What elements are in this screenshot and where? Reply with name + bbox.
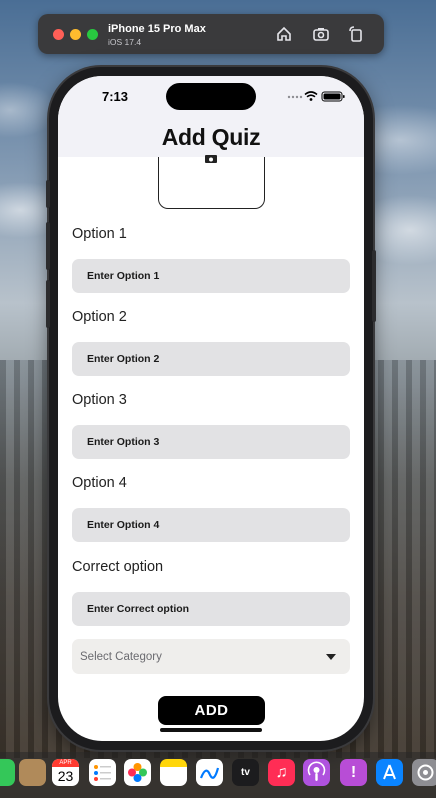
option-3-label: Option 3: [72, 392, 127, 408]
simulator-toolbar: iPhone 15 Pro Max iOS 17.4: [38, 14, 384, 54]
settings-app-icon[interactable]: [412, 759, 436, 786]
option-4-label: Option 4: [72, 475, 127, 491]
cellular-icon: [287, 95, 303, 99]
category-placeholder: Select Category: [80, 650, 162, 663]
caret-down-icon: [326, 653, 336, 660]
correct-option-label: Correct option: [72, 559, 164, 575]
zoom-window-button[interactable]: [87, 29, 98, 40]
option-2-placeholder: Enter Option 2: [87, 353, 160, 365]
home-indicator[interactable]: [160, 728, 262, 732]
option-1-label: Option 1: [72, 226, 127, 242]
calendar-day: 23: [57, 768, 74, 784]
option-3-placeholder: Enter Option 3: [87, 436, 160, 448]
option-3-input[interactable]: Enter Option 3: [72, 425, 350, 459]
correct-option-input[interactable]: Enter Correct option: [72, 592, 350, 626]
freeform-app-icon[interactable]: [196, 759, 223, 786]
home-icon[interactable]: [274, 24, 294, 44]
option-1-placeholder: Enter Option 1: [87, 270, 160, 282]
action-button: [46, 180, 50, 208]
nav-header: 7:13 Add Quiz: [58, 76, 364, 157]
feedback-app-icon[interactable]: !: [340, 759, 367, 786]
app-store-icon[interactable]: [376, 759, 403, 786]
option-2-input[interactable]: Enter Option 2: [72, 342, 350, 376]
device-name: iPhone 15 Pro Max: [108, 23, 206, 35]
os-version: iOS 17.4: [108, 37, 142, 47]
image-picker[interactable]: [158, 155, 265, 209]
close-window-button[interactable]: [53, 29, 64, 40]
battery-icon: [321, 91, 345, 102]
podcasts-app-icon[interactable]: [303, 759, 330, 786]
photos-app-icon[interactable]: [124, 759, 151, 786]
app-screen: 7:13 Add Quiz Option 1 Enter Option 1 Op…: [58, 76, 364, 741]
tv-app-label: tv: [241, 767, 250, 778]
add-button[interactable]: ADD: [158, 696, 265, 725]
option-1-input[interactable]: Enter Option 1: [72, 259, 350, 293]
rotate-icon[interactable]: [346, 24, 366, 44]
volume-up-button: [46, 222, 50, 270]
page-title: Add Quiz: [161, 124, 261, 150]
status-icons: [287, 91, 345, 102]
option-2-label: Option 2: [72, 309, 127, 325]
calendar-app-icon[interactable]: APR 23: [52, 759, 79, 786]
reminders-app-icon[interactable]: [89, 759, 116, 786]
status-time: 7:13: [102, 89, 129, 104]
notes-app-icon[interactable]: [160, 759, 187, 786]
messages-app-icon[interactable]: [0, 759, 15, 786]
option-4-input[interactable]: Enter Option 4: [72, 508, 350, 542]
minimize-window-button[interactable]: [70, 29, 81, 40]
dynamic-island: [166, 83, 256, 110]
calendar-month: APR: [52, 759, 79, 767]
contacts-app-icon[interactable]: [19, 759, 46, 786]
volume-down-button: [46, 280, 50, 328]
option-4-placeholder: Enter Option 4: [87, 519, 160, 531]
camera-icon: [205, 155, 217, 163]
correct-option-placeholder: Enter Correct option: [87, 603, 190, 615]
power-button: [372, 250, 376, 322]
screenshot-icon[interactable]: [311, 24, 331, 44]
tv-app-icon[interactable]: tv: [232, 759, 259, 786]
macos-dock: APR 23 tv ♫ !: [0, 752, 436, 798]
wifi-icon: [304, 91, 318, 101]
category-select[interactable]: Select Category: [72, 639, 350, 674]
music-app-icon[interactable]: ♫: [268, 759, 295, 786]
